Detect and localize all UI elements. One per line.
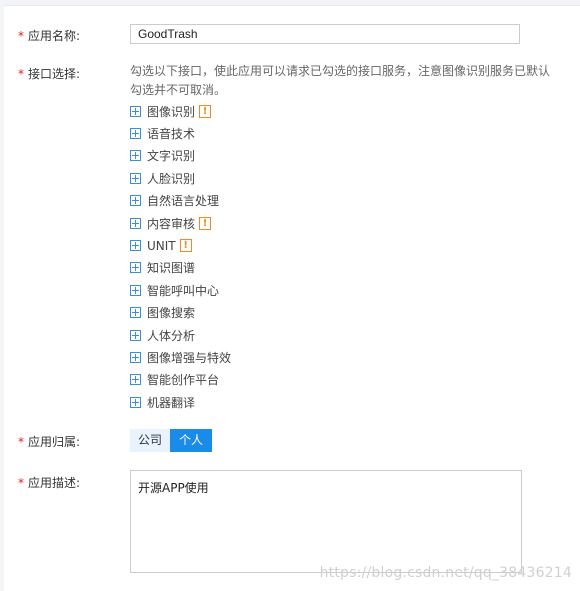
api-select-hint: 勾选以下接口，使此应用可以请求已勾选的接口服务，注意图像识别服务已默认勾选并不可… [130,64,551,97]
api-item[interactable]: 语音技术 [130,122,231,144]
api-list: 图像识别! 语音技术 文字识别 人脸识别 自然语言处理 内容审核! UNIT! 知识图谱 智能呼… [130,100,231,413]
ownership-toggle: 公司 个人 [130,429,213,452]
expand-plus-icon[interactable] [130,105,141,117]
ownership-label: * 应用归属: [18,435,81,449]
required-mark: * [18,67,24,81]
description-textarea[interactable]: 开源APP使用 [130,470,522,573]
ownership-personal-option[interactable]: 个人 [170,429,213,452]
expand-plus-icon[interactable] [130,195,141,207]
expand-plus-icon[interactable] [130,284,141,296]
api-item[interactable]: 人体分析 [130,324,231,346]
api-item-label: 图像增强与特效 [147,350,232,365]
api-item-label: 图像识别 [147,104,196,119]
expand-plus-icon[interactable] [130,240,141,252]
api-item[interactable]: 内容审核! [130,212,231,234]
expand-plus-icon[interactable] [130,128,141,140]
top-divider [0,0,580,6]
expand-plus-icon[interactable] [130,329,141,341]
api-item[interactable]: 机器翻译 [130,391,231,413]
api-item[interactable]: 智能呼叫中心 [130,279,231,301]
expand-plus-icon[interactable] [130,262,141,274]
api-item-label: 人体分析 [147,328,196,343]
api-item-label: 知识图谱 [147,261,196,276]
watermark: https://blog.csdn.net/qq_38436214 [319,565,572,581]
api-select-label: * 接口选择: [18,67,81,81]
api-item-label: UNIT [147,238,176,253]
api-item-label: 自然语言处理 [147,194,220,209]
api-item[interactable]: 文字识别 [130,145,231,167]
required-mark: * [18,435,24,449]
api-item[interactable]: 人脸识别 [130,167,231,189]
api-item[interactable]: 图像增强与特效 [130,346,231,368]
left-border [0,0,4,591]
expand-plus-icon[interactable] [130,217,141,229]
api-item[interactable]: UNIT! [130,234,231,256]
required-mark: * [18,476,24,490]
api-item-label: 智能呼叫中心 [147,283,220,298]
api-item-label: 人脸识别 [147,171,196,186]
api-item[interactable]: 智能创作平台 [130,369,231,391]
description-label: * 应用描述: [18,476,81,490]
app-name-label: * 应用名称: [18,29,81,43]
warning-icon: ! [199,104,212,118]
api-item[interactable]: 知识图谱 [130,257,231,279]
expand-plus-icon[interactable] [130,351,141,363]
api-item[interactable]: 图像识别! [130,100,231,122]
api-item-label: 文字识别 [147,149,196,164]
app-name-input[interactable] [130,24,520,44]
expand-plus-icon[interactable] [130,396,141,408]
ownership-company-option[interactable]: 公司 [130,429,171,452]
expand-plus-icon[interactable] [130,172,141,184]
warning-icon: ! [179,239,192,253]
expand-plus-icon[interactable] [130,150,141,162]
expand-plus-icon[interactable] [130,374,141,386]
api-item-label: 语音技术 [147,127,196,142]
api-item-label: 机器翻译 [147,395,196,410]
api-item[interactable]: 自然语言处理 [130,190,231,212]
api-item[interactable]: 图像搜索 [130,302,231,324]
required-mark: * [18,29,24,43]
api-item-label: 图像搜索 [147,306,196,321]
api-item-label: 智能创作平台 [147,373,220,388]
api-item-label: 内容审核 [147,216,196,231]
expand-plus-icon[interactable] [130,307,141,319]
warning-icon: ! [199,216,212,230]
